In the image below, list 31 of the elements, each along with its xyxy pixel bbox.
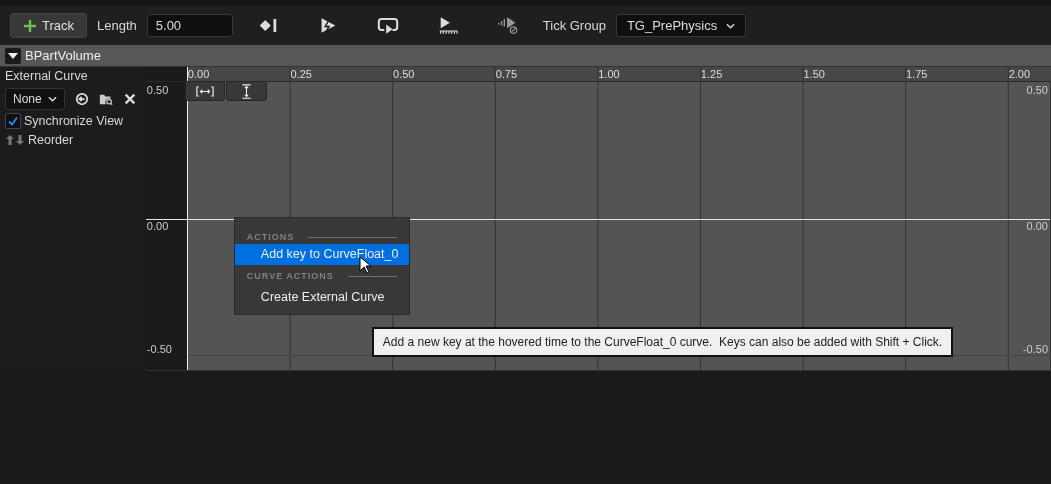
curve-dropdown[interactable]: None	[5, 88, 65, 110]
time-tick-label: 1.50	[803, 68, 825, 80]
value-tick-label: -0.50	[1022, 343, 1048, 355]
tooltip: Add a new key at the hovered time to the CurveFloat_0 curve. Keys can also be added with Shift + Click.	[371, 327, 954, 357]
time-tick-label: 0.75	[495, 68, 518, 80]
menu-item[interactable]: Create External Curve	[234, 287, 409, 308]
menu-item[interactable]: Add key to CurveFloat_0	[234, 244, 409, 265]
time-tick-label: 2.00	[1008, 68, 1031, 80]
add-track-button[interactable]: Track	[10, 13, 88, 38]
value-tick-label: 0.50	[1026, 84, 1048, 96]
track-header[interactable]: BPartVolume	[0, 45, 1051, 67]
menu-section-header: CURVE ACTIONS	[246, 271, 334, 281]
tick-group-label: Tick Group	[542, 18, 606, 33]
external-curve-label: External Curve	[5, 69, 89, 85]
tick-group-dropdown[interactable]: TG_PrePhysics	[615, 14, 747, 37]
length-label: Length	[97, 18, 137, 33]
time-tick-label: 0.25	[290, 68, 312, 80]
time-tick-label: 1.25	[700, 68, 723, 80]
reorder-label: Reorder	[28, 133, 74, 147]
track-name: BPartVolume	[25, 48, 101, 63]
value-tick-label: 0.50	[146, 84, 169, 96]
length-field[interactable]: 5.00	[146, 14, 233, 37]
time-tick-label: 0.00	[187, 68, 210, 80]
value-tick-label: 0.00	[146, 220, 169, 232]
time-tick-label: 0.50	[393, 68, 415, 80]
time-tick-label: 1.75	[906, 68, 928, 80]
synchronize-view-label: Synchronize View	[24, 114, 124, 128]
menu-section-header: ACTIONS	[246, 232, 295, 242]
value-tick-label: 0.00	[1026, 220, 1048, 232]
time-tick-label: 1.00	[598, 68, 620, 80]
value-tick-label: -0.50	[146, 343, 172, 355]
